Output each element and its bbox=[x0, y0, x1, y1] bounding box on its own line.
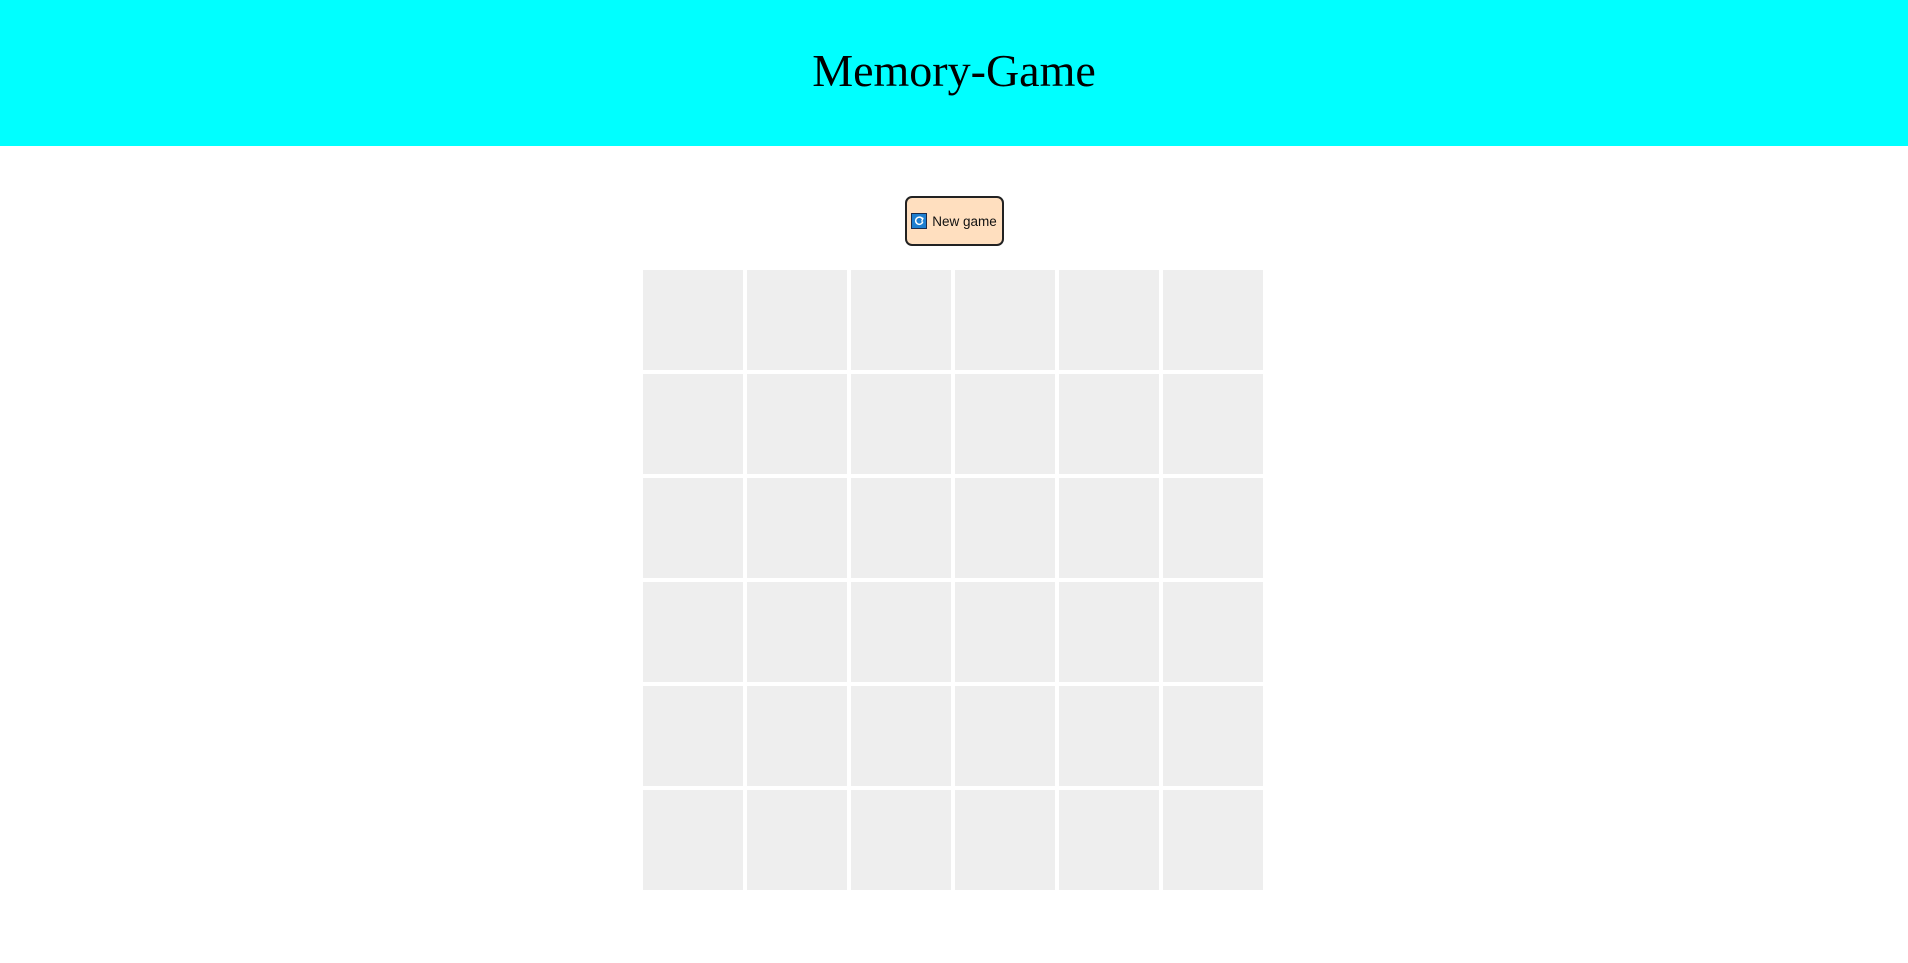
memory-card[interactable] bbox=[851, 686, 951, 786]
memory-card[interactable] bbox=[1163, 686, 1263, 786]
memory-card[interactable] bbox=[1059, 790, 1159, 890]
memory-card[interactable] bbox=[1059, 686, 1159, 786]
memory-card[interactable] bbox=[1059, 478, 1159, 578]
memory-card[interactable] bbox=[955, 478, 1055, 578]
memory-card[interactable] bbox=[955, 374, 1055, 474]
memory-card[interactable] bbox=[955, 270, 1055, 370]
card-grid bbox=[643, 270, 1264, 891]
memory-card[interactable] bbox=[851, 790, 951, 890]
memory-card[interactable] bbox=[747, 790, 847, 890]
memory-card[interactable] bbox=[643, 790, 743, 890]
page-title: Memory-Game bbox=[812, 45, 1096, 96]
memory-card[interactable] bbox=[747, 478, 847, 578]
memory-card[interactable] bbox=[643, 582, 743, 682]
memory-card[interactable] bbox=[747, 270, 847, 370]
memory-card[interactable] bbox=[643, 686, 743, 786]
memory-card[interactable] bbox=[747, 374, 847, 474]
memory-card[interactable] bbox=[643, 478, 743, 578]
memory-card[interactable] bbox=[1163, 790, 1263, 890]
refresh-icon bbox=[911, 213, 928, 229]
memory-card[interactable] bbox=[1163, 374, 1263, 474]
new-game-label: New game bbox=[932, 213, 997, 229]
memory-card[interactable] bbox=[851, 582, 951, 682]
memory-card[interactable] bbox=[643, 374, 743, 474]
memory-card[interactable] bbox=[851, 478, 951, 578]
header-bar: Memory-Game bbox=[0, 0, 1908, 146]
memory-card[interactable] bbox=[955, 686, 1055, 786]
memory-card[interactable] bbox=[1163, 582, 1263, 682]
memory-card[interactable] bbox=[1059, 374, 1159, 474]
memory-card[interactable] bbox=[747, 686, 847, 786]
memory-card[interactable] bbox=[1059, 270, 1159, 370]
memory-card[interactable] bbox=[747, 582, 847, 682]
memory-card[interactable] bbox=[643, 270, 743, 370]
controls-bar: New game bbox=[0, 196, 1908, 246]
new-game-button[interactable]: New game bbox=[904, 196, 1004, 246]
memory-card[interactable] bbox=[1059, 582, 1159, 682]
memory-card[interactable] bbox=[851, 374, 951, 474]
memory-card[interactable] bbox=[851, 270, 951, 370]
memory-card[interactable] bbox=[1163, 478, 1263, 578]
memory-card[interactable] bbox=[955, 582, 1055, 682]
memory-card[interactable] bbox=[955, 790, 1055, 890]
memory-card[interactable] bbox=[1163, 270, 1263, 370]
